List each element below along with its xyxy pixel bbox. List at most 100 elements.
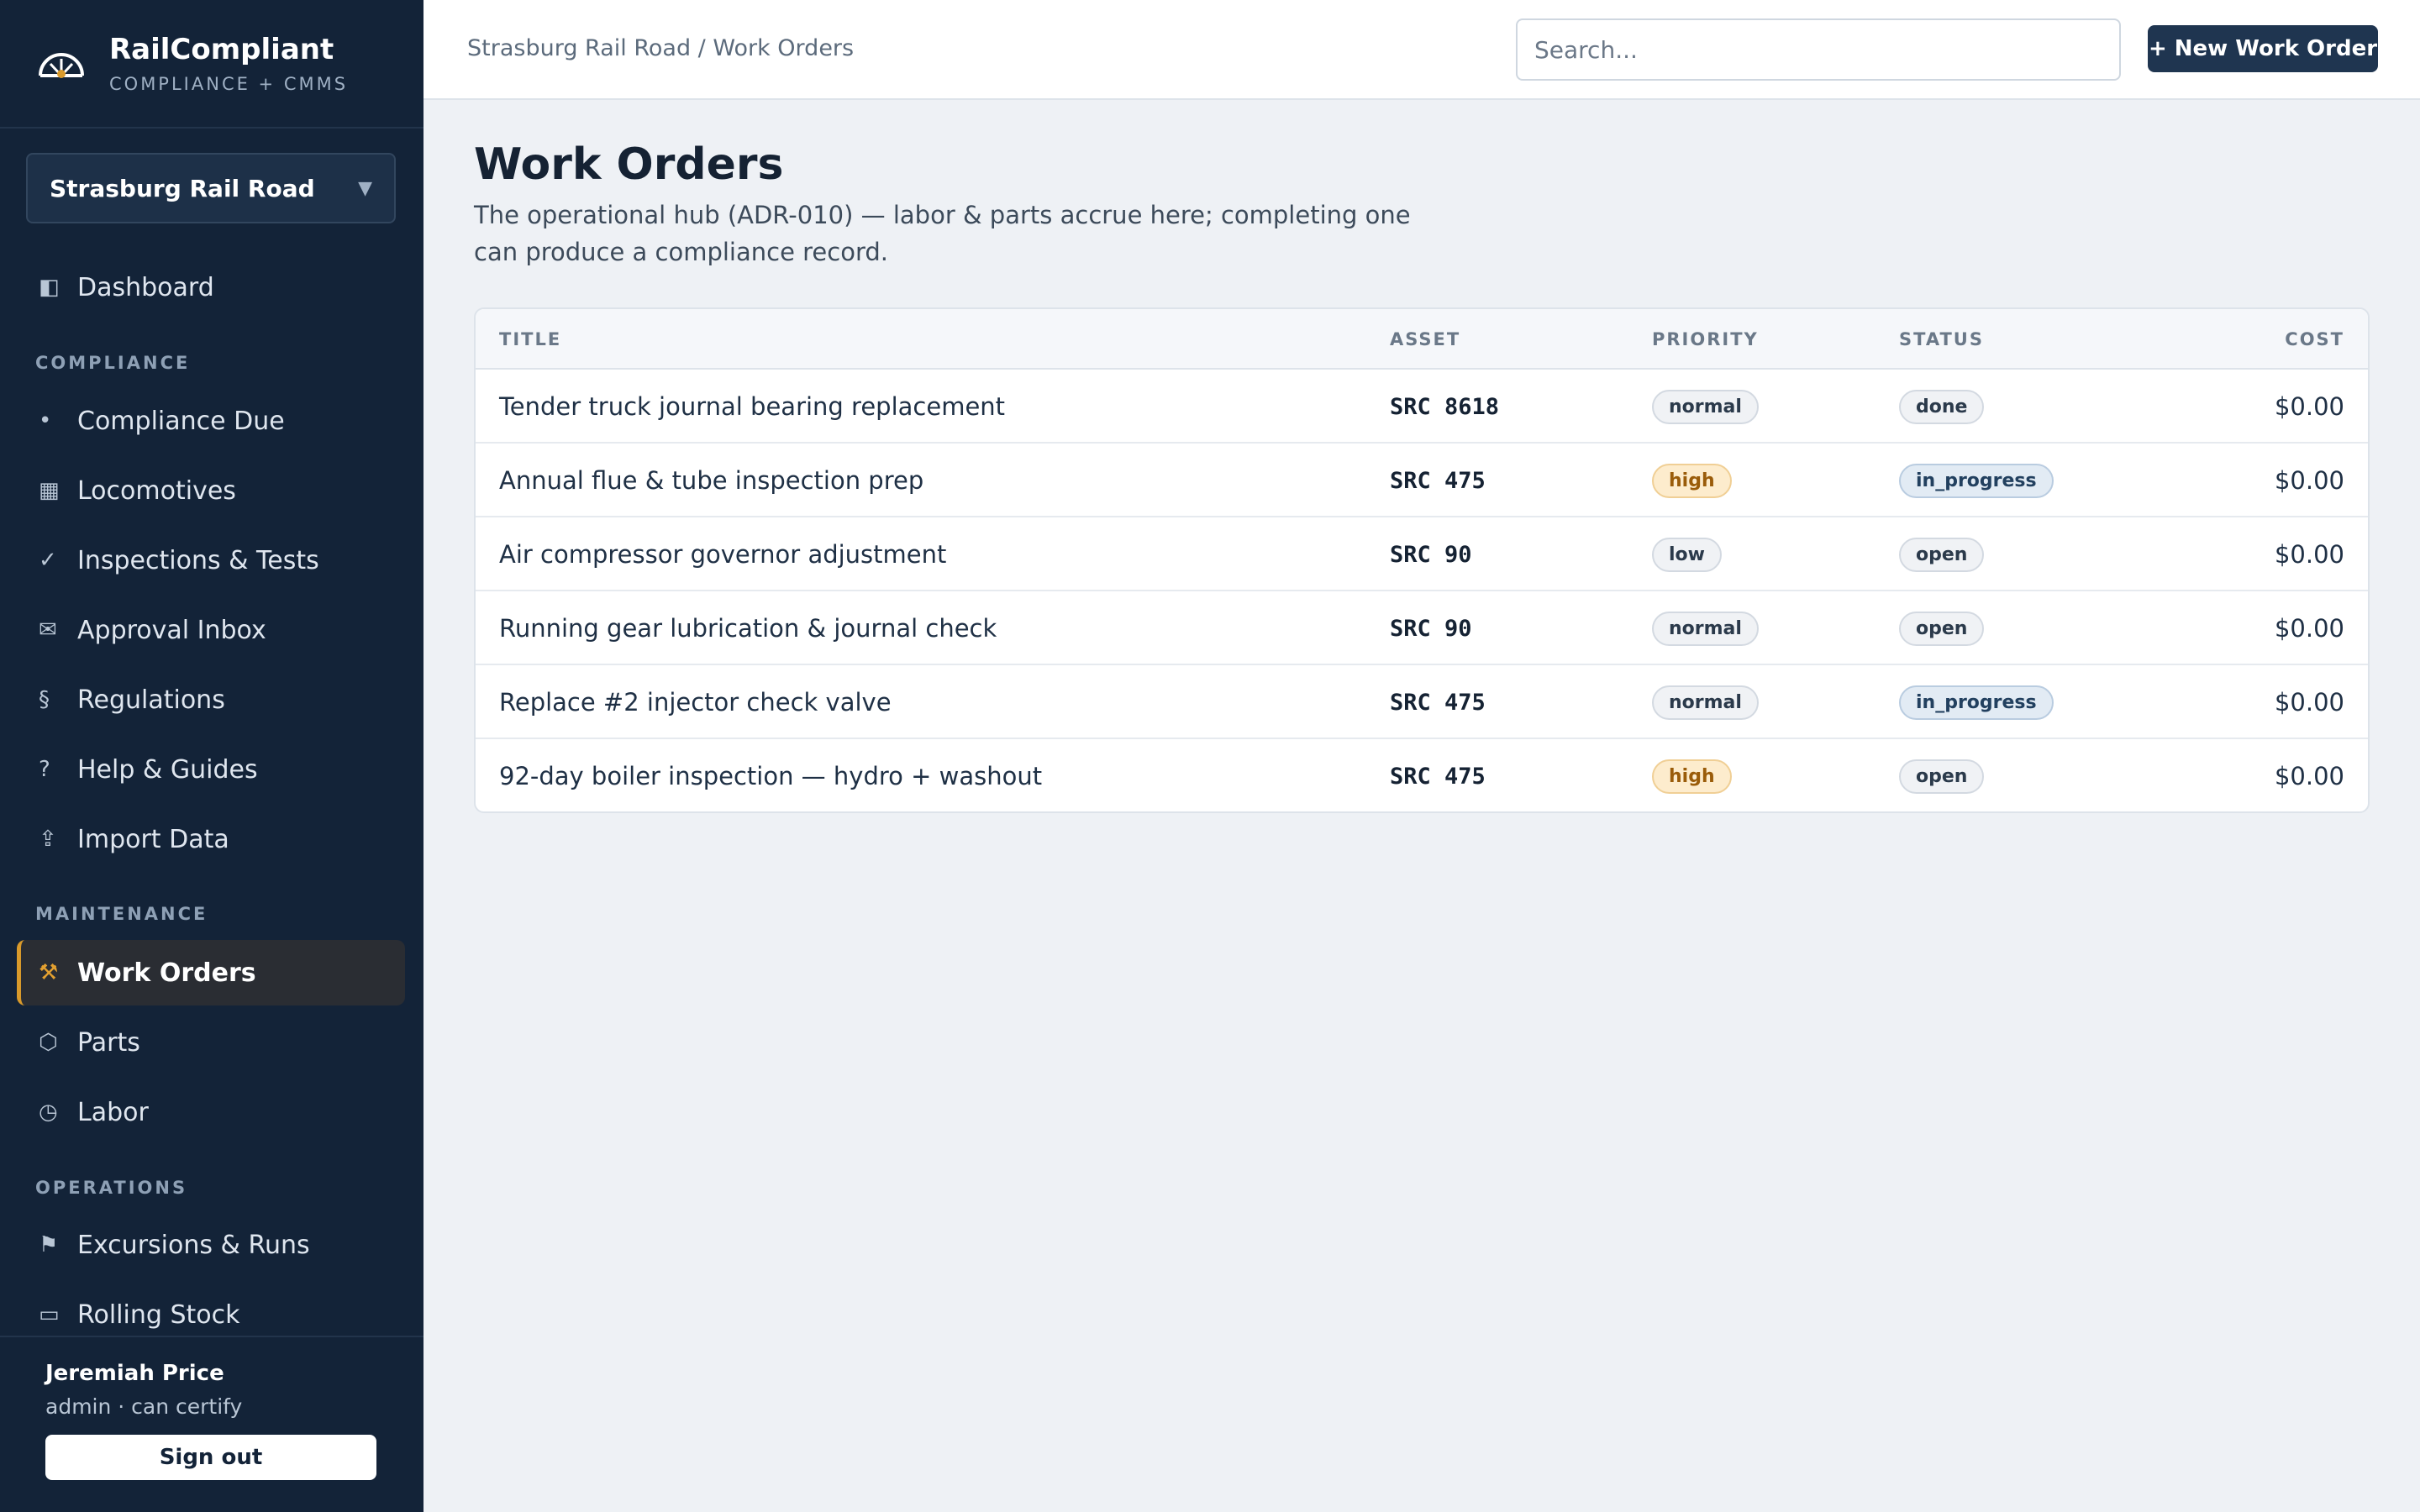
- row-asset: SRC 90: [1390, 541, 1472, 568]
- nav-label: Parts: [77, 1027, 140, 1058]
- user-role: admin · can certify: [45, 1394, 243, 1419]
- brand-subtitle: COMPLIANCE + CMMS: [109, 73, 349, 94]
- row-priority-cell: high: [1652, 739, 1732, 811]
- row-title[interactable]: 92-day boiler inspection — hydro + washo…: [499, 739, 1042, 811]
- row-title[interactable]: Replace #2 injector check valve: [499, 665, 892, 739]
- dot-icon: •: [39, 408, 52, 433]
- nav-label: Approval Inbox: [77, 615, 266, 645]
- hexagon-icon: ⬡: [39, 1030, 58, 1055]
- railcar-icon: ▭: [39, 1302, 60, 1327]
- search-input[interactable]: [1516, 18, 2121, 81]
- sidebar: RailCompliant COMPLIANCE + CMMS Strasbur…: [0, 0, 424, 1512]
- org-select-label: Strasburg Rail Road: [50, 174, 315, 202]
- column-header-priority[interactable]: PRIORITY: [1652, 329, 1759, 349]
- status-badge: open: [1899, 537, 1985, 572]
- priority-badge: low: [1652, 537, 1722, 572]
- column-header-status[interactable]: STATUS: [1899, 329, 1984, 349]
- nav-work-orders[interactable]: ⚒ Work Orders: [17, 940, 405, 1005]
- priority-badge: normal: [1652, 685, 1759, 720]
- row-status-cell: in_progress: [1899, 444, 2054, 517]
- dashboard-icon: ◧: [39, 275, 60, 300]
- upload-icon: ⇪: [39, 827, 57, 852]
- row-title[interactable]: Running gear lubrication & journal check: [499, 591, 997, 665]
- row-asset: SRC 90: [1390, 615, 1472, 642]
- row-priority-cell: low: [1652, 517, 1722, 591]
- hammer-wrench-icon: ⚒: [39, 960, 59, 985]
- status-badge: in_progress: [1899, 685, 2054, 720]
- table-row[interactable]: Air compressor governor adjustment SRC 9…: [476, 517, 2368, 591]
- row-cost: $0.00: [2274, 762, 2344, 790]
- row-priority-cell: normal: [1652, 370, 1759, 444]
- top-bar: Strasburg Rail Road / Work Orders + New …: [424, 0, 2420, 100]
- nav-locomotives[interactable]: ▦ Locomotives: [17, 458, 405, 523]
- breadcrumb: Strasburg Rail Road / Work Orders: [467, 35, 855, 61]
- row-asset: SRC 475: [1390, 467, 1486, 494]
- table-row[interactable]: Running gear lubrication & journal check…: [476, 591, 2368, 665]
- nav-label: Dashboard: [77, 272, 214, 302]
- row-priority-cell: normal: [1652, 665, 1759, 739]
- nav-label: Rolling Stock: [77, 1299, 240, 1330]
- row-status-cell: open: [1899, 517, 1985, 591]
- question-icon: ?: [39, 757, 50, 782]
- status-badge: in_progress: [1899, 463, 2054, 498]
- nav-regulations[interactable]: § Regulations: [17, 667, 405, 732]
- nav-dashboard[interactable]: ◧ Dashboard: [17, 255, 405, 320]
- column-header-asset[interactable]: ASSET: [1390, 329, 1460, 349]
- status-badge: done: [1899, 389, 1985, 424]
- row-cost: $0.00: [2274, 540, 2344, 569]
- flag-icon: ⚑: [39, 1232, 59, 1257]
- sign-out-button[interactable]: Sign out: [45, 1435, 376, 1480]
- column-header-cost[interactable]: COST: [2285, 329, 2344, 349]
- status-badge: open: [1899, 759, 1985, 794]
- row-priority-cell: normal: [1652, 591, 1759, 665]
- nav-approval-inbox[interactable]: ✉ Approval Inbox: [17, 597, 405, 663]
- table-row[interactable]: Tender truck journal bearing replacement…: [476, 370, 2368, 444]
- nav-inspections-tests[interactable]: ✓ Inspections & Tests: [17, 528, 405, 593]
- nav-label: Help & Guides: [77, 754, 258, 785]
- grid-icon: ▦: [39, 478, 60, 503]
- nav-section-compliance: COMPLIANCE: [35, 353, 191, 373]
- clock-icon: ◷: [39, 1100, 58, 1125]
- nav-excursions-runs[interactable]: ⚑ Excursions & Runs: [17, 1212, 405, 1278]
- row-cost: $0.00: [2274, 688, 2344, 717]
- nav-import-data[interactable]: ⇪ Import Data: [17, 806, 405, 872]
- org-select[interactable]: Strasburg Rail Road ▼: [26, 153, 396, 223]
- row-title[interactable]: Tender truck journal bearing replacement: [499, 370, 1005, 444]
- nav-labor[interactable]: ◷ Labor: [17, 1079, 405, 1145]
- column-header-title[interactable]: TITLE: [499, 329, 561, 349]
- row-status-cell: open: [1899, 739, 1985, 811]
- nav-label: Inspections & Tests: [77, 545, 319, 575]
- row-asset: SRC 475: [1390, 763, 1486, 790]
- row-cost: $0.00: [2274, 466, 2344, 495]
- status-badge: open: [1899, 611, 1985, 646]
- row-title[interactable]: Air compressor governor adjustment: [499, 517, 946, 591]
- row-title[interactable]: Annual flue & tube inspection prep: [499, 444, 923, 517]
- nav-parts[interactable]: ⬡ Parts: [17, 1010, 405, 1075]
- table-row[interactable]: Annual flue & tube inspection prep SRC 4…: [476, 444, 2368, 517]
- nav-label: Import Data: [77, 824, 229, 854]
- nav-section-maintenance: MAINTENANCE: [35, 904, 208, 924]
- nav-compliance-due[interactable]: • Compliance Due: [17, 388, 405, 454]
- table-row[interactable]: 92-day boiler inspection — hydro + washo…: [476, 739, 2368, 811]
- nav-label: Labor: [77, 1097, 149, 1127]
- row-status-cell: in_progress: [1899, 665, 2054, 739]
- chevron-down-icon: ▼: [358, 177, 372, 199]
- row-cost: $0.00: [2274, 392, 2344, 421]
- table-header: TITLE ASSET PRIORITY STATUS COST: [476, 309, 2368, 370]
- priority-badge: normal: [1652, 389, 1759, 424]
- nav-label: Regulations: [77, 685, 225, 715]
- page-description: The operational hub (ADR-010) — labor & …: [474, 201, 1411, 266]
- table-row[interactable]: Replace #2 injector check valve SRC 475 …: [476, 665, 2368, 739]
- checkmark-icon: ✓: [39, 548, 57, 573]
- row-status-cell: open: [1899, 591, 1985, 665]
- row-asset: SRC 475: [1390, 689, 1486, 716]
- gauge-logo-icon: [39, 52, 84, 78]
- priority-badge: high: [1652, 463, 1732, 498]
- new-work-order-button[interactable]: + New Work Order: [2148, 25, 2378, 72]
- priority-badge: high: [1652, 759, 1732, 794]
- row-asset: SRC 8618: [1390, 393, 1500, 420]
- row-status-cell: done: [1899, 370, 1985, 444]
- work-orders-table: TITLE ASSET PRIORITY STATUS COST Tender …: [474, 307, 2370, 813]
- nav-help-guides[interactable]: ? Help & Guides: [17, 737, 405, 802]
- section-sign-icon: §: [39, 687, 50, 712]
